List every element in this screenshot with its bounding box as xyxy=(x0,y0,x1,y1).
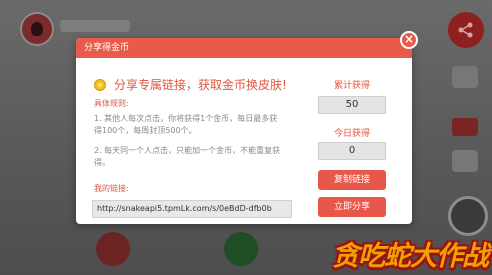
coin-icon xyxy=(94,78,106,91)
total-earned-label: 累计获得 xyxy=(333,81,370,91)
headline: 分享专属链接，获取金币换皮肤! xyxy=(94,76,287,93)
share-coins-dialog: 分享得金币 分享专属链接，获取金币换皮肤! 具体规则: 1. 其他人每次点击，你… xyxy=(76,38,412,224)
side-menu-icon xyxy=(452,150,478,172)
bottom-menu-icon xyxy=(224,232,258,266)
rule-item: 1. 其他人每次点击，你将获得1个金币，每日最多获得100个，每周封顶500个。 xyxy=(94,114,278,135)
joystick-icon xyxy=(448,196,488,236)
today-earned-label: 今日获得 xyxy=(333,129,370,139)
mail-icon xyxy=(452,118,478,136)
player-name-blurred xyxy=(60,20,130,32)
share-icon xyxy=(448,12,484,48)
rules-title: 具体规则: xyxy=(94,99,129,108)
rule-item: 2. 每天同一个人点击，只能加一个金币，不能重复获得。 xyxy=(94,146,281,167)
player-avatar xyxy=(20,12,54,46)
headline-text: 分享专属链接，获取金币换皮肤! xyxy=(114,78,287,92)
bottom-menu-icon xyxy=(96,232,130,266)
share-now-button[interactable]: 立即分享 xyxy=(318,197,386,217)
today-earned-value: 0 xyxy=(318,142,386,160)
copy-link-button[interactable]: 复制链接 xyxy=(318,170,386,190)
share-link-field[interactable]: http://snakeapi5.tpmLk.com/s/0eBdD-dfb0b xyxy=(92,200,292,218)
close-icon[interactable]: × xyxy=(400,31,418,49)
dialog-title: 分享得金币 xyxy=(76,38,412,58)
game-logo-watermark: 贪吃蛇大作战 xyxy=(332,241,489,272)
link-title: 我的链接: xyxy=(94,184,129,193)
total-earned-value: 50 xyxy=(318,96,386,114)
side-menu-icon xyxy=(452,66,478,88)
